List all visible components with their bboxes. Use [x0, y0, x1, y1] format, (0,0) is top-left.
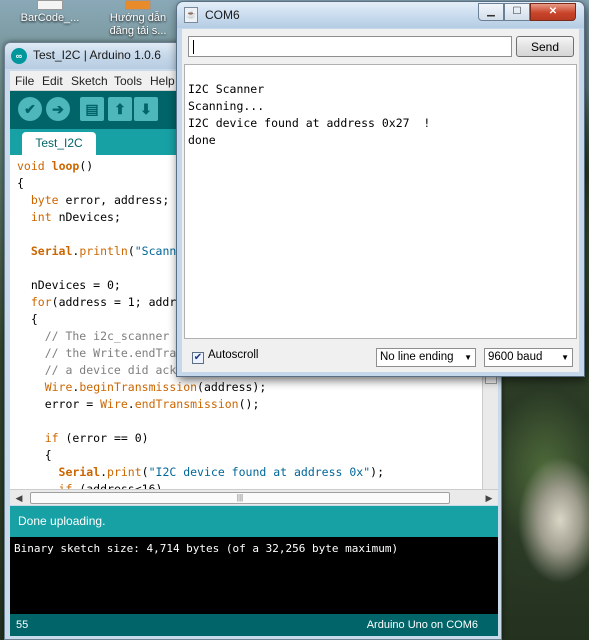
maximize-icon: ☐ [512, 6, 522, 17]
tab-test-i2c[interactable]: Test_I2C [22, 132, 96, 155]
code-line: nDevices = 0; [17, 278, 121, 292]
close-button[interactable]: ✕ [530, 3, 576, 21]
board-port: Arduino Uno on COM6 [366, 619, 478, 631]
code-line: { [17, 176, 24, 190]
arrow-up-icon: ⬆ [114, 101, 126, 117]
arrow-down-icon: ⬇ [140, 101, 152, 117]
autoscroll-label: Autoscroll [208, 349, 259, 361]
chevron-down-icon: ▼ [464, 353, 472, 362]
ide-footer: 55 Arduino Uno on COM6 [10, 614, 498, 636]
open-button[interactable]: ⬆ [108, 97, 132, 121]
code-line: Wire.beginTransmission(address); [44, 380, 267, 394]
serial-monitor-window: ☕ COM6 ▁ ☐ ✕ Send I2C Scanner Scanning..… [176, 1, 585, 377]
send-input[interactable] [188, 36, 512, 57]
save-button[interactable]: ⬇ [134, 97, 158, 121]
new-button[interactable]: ▤ [80, 97, 104, 121]
minimize-icon: ▁ [487, 6, 495, 17]
check-icon: ✔ [24, 101, 36, 117]
new-document-icon: ▤ [85, 101, 99, 117]
menu-file[interactable]: File [15, 74, 34, 88]
console-output: Binary sketch size: 4,714 bytes (of a 32… [10, 537, 498, 614]
line-ending-select[interactable]: No line ending ▼ [376, 348, 476, 367]
code-line: if (address<16) [58, 482, 163, 489]
code-line: { [17, 312, 38, 326]
baud-rate-value: 9600 baud [488, 351, 543, 363]
line-number: 55 [16, 619, 29, 631]
desktop-icon-huong-dan[interactable]: Hướng dẫn đăng tải s... [98, 0, 178, 38]
editor-horizontal-scrollbar[interactable]: ◀ ||| ▶ [10, 489, 498, 505]
file-icon [37, 0, 63, 10]
ide-window-title: Test_I2C | Arduino 1.0.6 [33, 48, 161, 62]
upload-button[interactable]: ➔ [46, 97, 70, 121]
arrow-right-icon: ➔ [52, 101, 64, 117]
checkbox-checked-icon: ✔ [192, 352, 204, 364]
menu-tools[interactable]: Tools [114, 74, 142, 88]
verify-button[interactable]: ✔ [18, 97, 42, 121]
upload-status: Done uploading. [10, 506, 498, 537]
serial-window-title: COM6 [205, 8, 240, 22]
menu-sketch[interactable]: Sketch [71, 74, 108, 88]
close-icon: ✕ [548, 6, 558, 17]
code-line: void loop() [17, 159, 94, 173]
code-line: if (error == 0) [44, 431, 149, 445]
serial-output[interactable]: I2C Scanner Scanning... I2C device found… [184, 64, 577, 339]
code-line: { [17, 448, 52, 462]
menu-help[interactable]: Help [150, 74, 175, 88]
maximize-button[interactable]: ☐ [504, 3, 530, 21]
desktop-icon-label: Hướng dẫn đăng tải s... [109, 12, 167, 37]
baud-rate-select[interactable]: 9600 baud ▼ [484, 348, 573, 367]
code-line: error = Wire.endTransmission(); [17, 397, 260, 411]
code-line: int nDevices; [30, 210, 121, 224]
code-line: Serial.print("I2C device found at addres… [58, 465, 385, 479]
scroll-right-icon[interactable]: ▶ [482, 491, 496, 505]
chevron-down-icon: ▼ [561, 353, 569, 362]
minimize-button[interactable]: ▁ [478, 3, 504, 21]
desktop-icon-label: BarCode_... [20, 12, 80, 24]
code-line: byte error, address; [30, 193, 170, 207]
scroll-left-icon[interactable]: ◀ [12, 491, 26, 505]
scrollbar-thumb[interactable]: ||| [30, 492, 450, 504]
line-ending-value: No line ending [380, 351, 454, 363]
serial-titlebar[interactable]: ☕ COM6 ▁ ☐ ✕ [177, 2, 584, 28]
desktop-icon-barcode[interactable]: BarCode_... [10, 0, 90, 25]
file-icon [125, 0, 151, 10]
serial-body: Send I2C Scanner Scanning... I2C device … [182, 29, 579, 372]
java-icon: ☕ [184, 7, 198, 23]
autoscroll-checkbox[interactable]: ✔ Autoscroll [192, 349, 259, 364]
menu-edit[interactable]: Edit [42, 74, 63, 88]
arduino-logo-icon: ∞ [11, 48, 27, 64]
serial-footer: ✔ Autoscroll No line ending ▼ 9600 baud ▼ [182, 343, 579, 371]
text-caret [193, 39, 194, 54]
send-button[interactable]: Send [516, 36, 574, 57]
